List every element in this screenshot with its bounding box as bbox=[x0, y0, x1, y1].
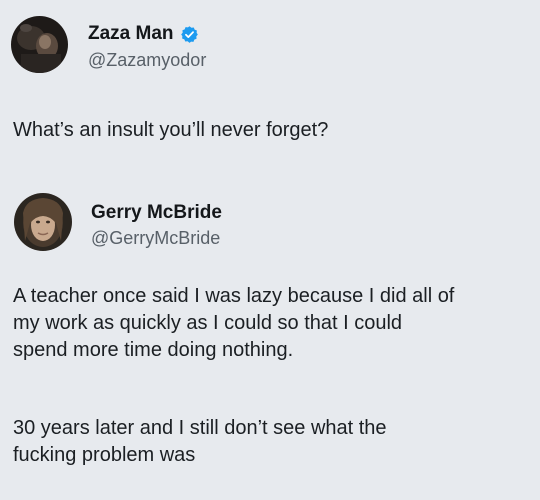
avatar[interactable] bbox=[11, 16, 68, 73]
display-name[interactable]: Gerry McBride bbox=[91, 202, 222, 224]
tweet-text-line: What’s an insult you’ll never forget? bbox=[13, 119, 329, 141]
handle[interactable]: @GerryMcBride bbox=[91, 228, 220, 249]
tweet-paragraph-2: 30 years later and I still don’t see wha… bbox=[13, 415, 387, 469]
profile-photo-icon bbox=[14, 193, 72, 251]
handle[interactable]: @Zazamyodor bbox=[88, 50, 206, 71]
author-row: Zaza Man bbox=[88, 23, 199, 45]
tweet-text-line: spend more time doing nothing. bbox=[13, 339, 294, 361]
tweet-text-line: 30 years later and I still don’t see wha… bbox=[13, 417, 387, 439]
tweet-text-line: my work as quickly as I could so that I … bbox=[13, 312, 403, 334]
tweet-gerry-mcbride: Gerry McBride @GerryMcBride A teacher on… bbox=[0, 175, 540, 500]
verified-badge-icon bbox=[180, 25, 199, 44]
tweet-paragraph-1: A teacher once said I was lazy because I… bbox=[13, 283, 454, 364]
tweet-text: What’s an insult you’ll never forget? bbox=[13, 117, 328, 144]
avatar[interactable] bbox=[14, 193, 72, 251]
author-row: Gerry McBride bbox=[91, 202, 222, 224]
tweet-zaza-man: Zaza Man @Zazamyodor What’s an insult yo… bbox=[0, 0, 540, 170]
tweet-text-line: fucking problem was bbox=[13, 444, 196, 466]
display-name[interactable]: Zaza Man bbox=[88, 23, 174, 45]
profile-photo-icon bbox=[11, 16, 68, 73]
tweet-text-line: A teacher once said I was lazy because I… bbox=[13, 285, 455, 307]
